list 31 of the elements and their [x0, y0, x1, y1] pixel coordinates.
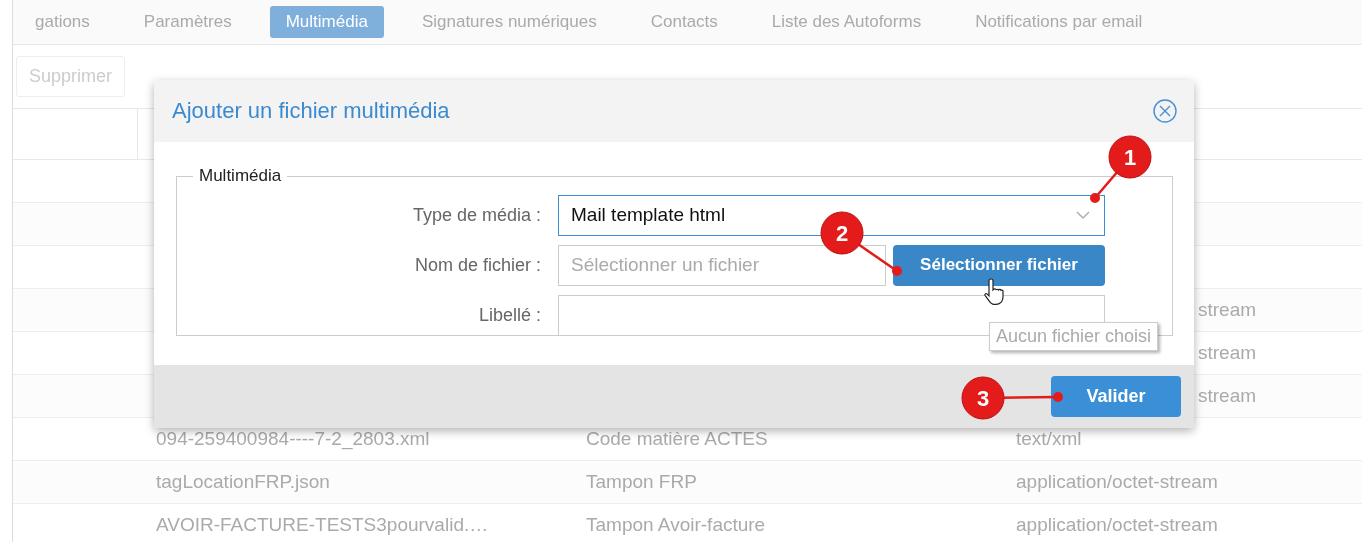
table-cell: stream [1198, 342, 1257, 363]
select-file-button[interactable]: Sélectionner fichier [893, 244, 1105, 286]
table-cell: Tampon Avoir-facture [586, 514, 766, 535]
table-cell: application/octet-stream [1016, 514, 1218, 535]
tab[interactable]: Paramètres [127, 6, 248, 38]
tooltip: Aucun fichier choisi [989, 322, 1159, 351]
table-cell: tagLocationFRP.json [156, 471, 330, 492]
field-label: Libellé : [477, 304, 542, 326]
table-cell: application/octet-stream [1016, 471, 1218, 492]
tab[interactable]: Multimédia [269, 6, 384, 38]
dialog-title: Ajouter un fichier multimédia [172, 98, 450, 124]
table-cell: Code matière ACTES [586, 428, 768, 449]
table-cell: text/xml [1016, 428, 1082, 449]
close-button[interactable] [1153, 99, 1177, 123]
table-cell: stream [1198, 385, 1257, 406]
field-label: Type de média : [411, 204, 542, 226]
table-cell: AVOIR-FACTURE-TESTS3pourvalid.… [156, 514, 489, 535]
table-cell: 094-259400984----7-2_2803.xml [156, 428, 430, 449]
hand-cursor-icon [983, 277, 1007, 307]
submit-button[interactable]: Valider [1051, 376, 1181, 417]
table-cell: Tampon FRP [586, 471, 697, 492]
tab[interactable]: Liste des Autoforms [755, 6, 938, 38]
field-label: Nom de fichier : [413, 254, 542, 276]
tab[interactable]: Signatures numériques [405, 6, 613, 38]
file-name-field[interactable]: Sélectionner un fichier [558, 244, 886, 286]
fieldset-legend: Multimédia [193, 166, 288, 186]
tab[interactable]: Notifications par email [959, 6, 1159, 38]
tab[interactable]: gations [19, 6, 106, 38]
table-cell: stream [1198, 299, 1257, 320]
chevron-down-icon [1076, 210, 1090, 220]
tab[interactable]: Contacts [634, 6, 734, 38]
